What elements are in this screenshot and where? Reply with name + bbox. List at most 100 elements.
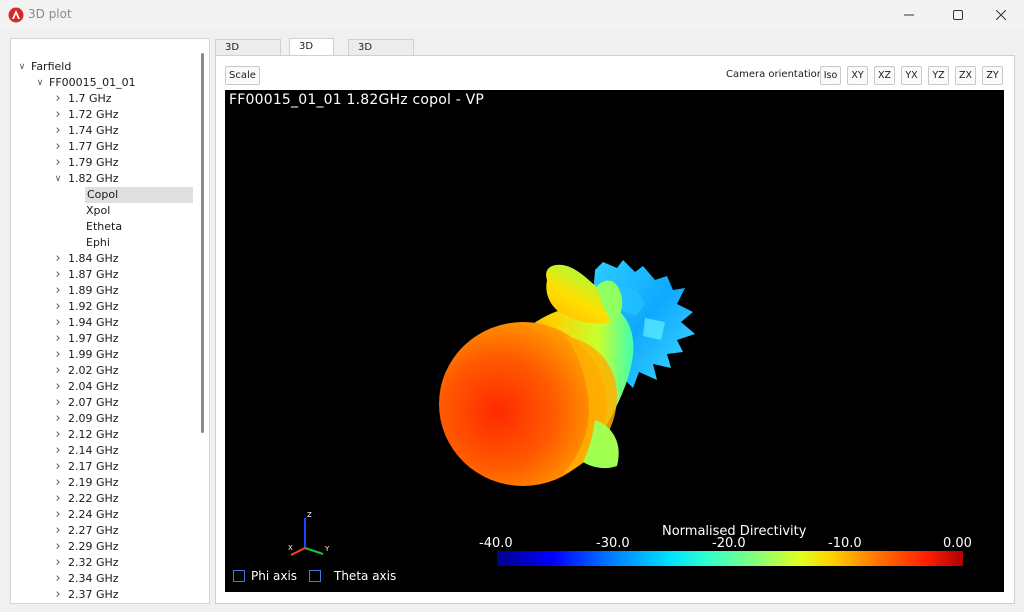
chevron-right-icon[interactable]: › [53,123,63,139]
tree-root-farfield[interactable]: ∨ Farfield [11,59,197,75]
tree-frequency-item[interactable]: ∨ 1.82 GHz [11,171,197,187]
colorbar [497,551,963,566]
chevron-right-icon[interactable]: › [53,459,63,475]
3d-viewport[interactable]: FF00015_01_01 1.82GHz copol - VP Z Y X N… [225,90,1004,592]
camera-yx-button[interactable]: YX [901,66,922,85]
chevron-right-icon[interactable]: › [53,251,63,267]
close-button[interactable] [978,0,1024,30]
colorbar-tick: -10.0 [828,536,862,551]
chevron-down-icon[interactable]: ∨ [53,171,63,187]
chevron-down-icon[interactable]: ∨ [17,59,27,75]
theta-axis-checkbox[interactable] [309,570,321,582]
chevron-right-icon[interactable]: › [53,507,63,523]
chevron-right-icon[interactable]: › [53,411,63,427]
z-axis-label: Z [307,511,312,519]
chevron-right-icon[interactable]: › [53,139,63,155]
camera-zy-button[interactable]: ZY [982,66,1003,85]
chevron-right-icon[interactable]: › [53,155,63,171]
camera-iso-button[interactable]: Iso [820,66,841,85]
maximize-button[interactable] [935,0,981,30]
camera-xy-button[interactable]: XY [847,66,868,85]
tree-item-label: Etheta [86,220,123,233]
tree-component-item[interactable]: Xpol [11,203,197,219]
camera-yz-button[interactable]: YZ [928,66,949,85]
tree-dataset[interactable]: ∨ FF00015_01_01 [11,75,197,91]
tree-frequency-item[interactable]: › 1.99 GHz [11,347,197,363]
tree-component-item[interactable]: Copol [11,187,197,203]
colorbar-tick: 0.00 [943,536,972,551]
tree-frequency-item[interactable]: › 1.87 GHz [11,267,197,283]
camera-zx-button[interactable]: ZX [955,66,976,85]
chevron-right-icon[interactable]: › [53,91,63,107]
chevron-right-icon[interactable]: › [53,363,63,379]
phi-axis-checkbox[interactable] [233,570,245,582]
chevron-right-icon[interactable]: › [53,539,63,555]
chevron-right-icon[interactable]: › [53,395,63,411]
chevron-down-icon[interactable]: ∨ [35,75,45,91]
tree-component-item[interactable]: Ephi [11,235,197,251]
tree-frequency-item[interactable]: › 2.04 GHz [11,379,197,395]
y-axis-label: Y [324,545,330,553]
tree-frequency-item[interactable]: › 2.14 GHz [11,443,197,459]
camera-orientation-label: Camera orientation: [726,69,827,80]
chevron-right-icon[interactable]: › [53,379,63,395]
tree-item-label: 2.27 GHz [68,524,119,537]
tree-frequency-item[interactable]: › 2.09 GHz [11,411,197,427]
chevron-right-icon[interactable]: › [53,331,63,347]
tab-3d-spherical[interactable]: 3D Spherical [215,39,282,69]
minimize-button[interactable] [886,0,932,30]
plot-window: 3D plot ∨ Farfield ∨ FF00015_01_01 › 1.7 GHz ›… [0,0,1024,612]
chevron-right-icon[interactable]: › [53,475,63,491]
tree-frequency-item[interactable]: › 2.27 GHz [11,523,197,539]
tree-frequency-item[interactable]: › 2.02 GHz [11,363,197,379]
tab-content: Scale Camera orientation: Iso XY XZ YX Y… [215,55,1015,604]
tree-item-label: 1.94 GHz [68,316,119,329]
chevron-right-icon[interactable]: › [53,107,63,123]
tree-frequency-item[interactable]: › 1.92 GHz [11,299,197,315]
tree-frequency-item[interactable]: › 2.24 GHz [11,507,197,523]
scale-button[interactable]: Scale [225,66,260,85]
tree-frequency-item[interactable]: › 2.07 GHz [11,395,197,411]
tree-frequency-item[interactable]: › 1.77 GHz [11,139,197,155]
tree-item-label: Copol [85,187,193,203]
chevron-right-icon[interactable]: › [53,427,63,443]
tree-frequency-item[interactable]: › 2.17 GHz [11,459,197,475]
tree-frequency-item[interactable]: › 2.37 GHz [11,587,197,603]
chevron-right-icon[interactable]: › [53,299,63,315]
title-bar: 3D plot [0,0,1024,30]
chevron-right-icon[interactable]: › [53,347,63,363]
tree-frequency-item[interactable]: › 2.29 GHz [11,539,197,555]
tree-frequency-item[interactable]: › 1.97 GHz [11,331,197,347]
tree-item-label: 2.34 GHz [68,572,119,585]
tree-frequency-item[interactable]: › 2.32 GHz [11,555,197,571]
camera-xz-button[interactable]: XZ [874,66,895,85]
chevron-right-icon[interactable]: › [53,491,63,507]
tree-frequency-item[interactable]: › 1.84 GHz [11,251,197,267]
colorbar-tick: -30.0 [596,536,630,551]
chevron-right-icon[interactable]: › [53,571,63,587]
tree-frequency-item[interactable]: › 2.19 GHz [11,475,197,491]
chevron-right-icon[interactable]: › [53,555,63,571]
tree-scrollbar[interactable] [201,53,204,433]
tree-item-label: 1.84 GHz [68,252,119,265]
tree-frequency-item[interactable]: › 1.94 GHz [11,315,197,331]
tree-frequency-item[interactable]: › 1.79 GHz [11,155,197,171]
tree-frequency-item[interactable]: › 1.89 GHz [11,283,197,299]
tree-frequency-item[interactable]: › 1.72 GHz [11,107,197,123]
tree-frequency-item[interactable]: › 2.34 GHz [11,571,197,587]
tree-frequency-item[interactable]: › 2.22 GHz [11,491,197,507]
chevron-right-icon[interactable]: › [53,523,63,539]
tree-frequency-item[interactable]: › 1.74 GHz [11,123,197,139]
chevron-right-icon[interactable]: › [53,315,63,331]
tree-frequency-item[interactable]: › 1.7 GHz [11,91,197,107]
tree-item-label: 2.12 GHz [68,428,119,441]
chevron-right-icon[interactable]: › [53,267,63,283]
chevron-right-icon[interactable]: › [53,283,63,299]
chevron-right-icon[interactable]: › [53,443,63,459]
tab-3d-isometric[interactable]: 3D Isometric [348,39,415,69]
chevron-right-icon[interactable]: › [53,587,63,603]
tree-item-label: 2.02 GHz [68,364,119,377]
tree-frequency-item[interactable]: › 2.12 GHz [11,427,197,443]
tree-component-item[interactable]: Etheta [11,219,197,235]
tab-3d-polar[interactable]: 3D polar [289,38,335,68]
